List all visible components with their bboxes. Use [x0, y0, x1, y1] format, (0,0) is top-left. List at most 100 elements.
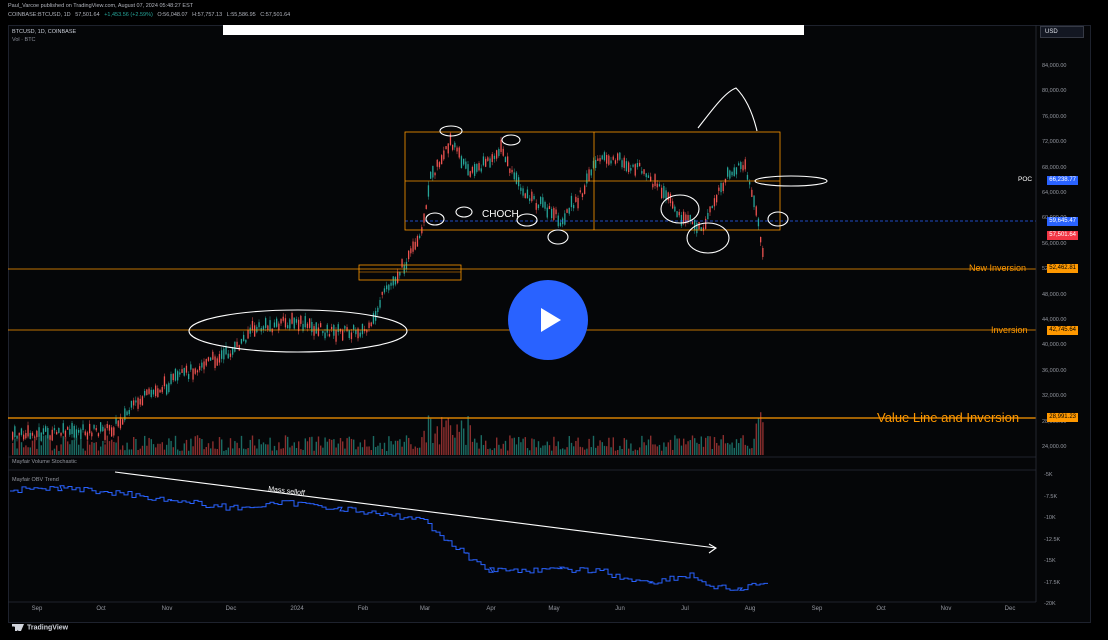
obv-trend-line: [10, 485, 768, 591]
candle-body: [102, 426, 104, 432]
candle-body: [282, 316, 284, 321]
candle-body: [705, 218, 707, 229]
volume-bar: [86, 440, 89, 455]
volume-bar: [62, 436, 64, 455]
volume-bar: [225, 450, 227, 455]
volume-bar: [397, 440, 399, 455]
candle-body: [738, 163, 740, 166]
candle-body: [749, 181, 751, 185]
candle-body: [328, 334, 331, 337]
candle-body: [199, 366, 201, 371]
volume-bar: [658, 444, 661, 455]
volume-bar: [355, 449, 357, 455]
volume-bar: [471, 441, 474, 455]
candle-body: [168, 383, 170, 393]
volume-bar: [302, 449, 304, 455]
volume-bar: [278, 442, 280, 455]
volume-bar: [353, 439, 355, 455]
volume-bar: [487, 449, 489, 455]
candle-body: [760, 236, 762, 243]
brand-label: TradingView: [27, 624, 69, 632]
volume-bar: [573, 446, 575, 455]
candle-body: [553, 207, 555, 220]
candle-body: [504, 157, 507, 163]
candle-body: [137, 397, 139, 409]
candle-body: [469, 171, 471, 177]
new-inversion-badge: 52,462.81: [1047, 264, 1078, 273]
volume-bar: [155, 447, 157, 455]
month-label: Nov: [161, 606, 173, 612]
candle-body: [441, 155, 443, 165]
choch-label: CHOCH: [482, 209, 519, 220]
candle-body: [647, 175, 650, 178]
month-label: Nov: [940, 606, 952, 612]
month-label: May: [548, 606, 560, 612]
volume-bar: [196, 435, 199, 455]
volume-bar: [394, 440, 397, 455]
candle-body: [597, 158, 599, 161]
candle-body: [221, 350, 223, 359]
volume-bar: [493, 448, 496, 455]
candle-body: [113, 427, 115, 436]
play-video-button[interactable]: [508, 280, 588, 360]
volume-bar: [412, 448, 414, 455]
candle-body: [249, 327, 251, 334]
volume-bar: [500, 448, 502, 455]
volume-bar: [575, 440, 577, 455]
volume-bar: [632, 450, 634, 455]
volume-bar: [42, 435, 45, 455]
volume-bar: [159, 443, 161, 455]
volume-bar: [423, 430, 425, 455]
volume-bar: [102, 440, 104, 455]
volume-bar: [141, 445, 144, 455]
volume-bar: [130, 449, 133, 455]
last-price-badge: 57,501.64: [1047, 231, 1078, 240]
candle-body: [47, 428, 49, 439]
indicator-tick: -12.5K: [1044, 536, 1061, 543]
volume-bar: [436, 426, 438, 455]
candle-body: [742, 165, 744, 171]
candle-body: [20, 428, 23, 435]
volume-bar: [762, 422, 764, 455]
candle-body: [355, 329, 357, 335]
volume-bar: [234, 441, 236, 455]
candle-body: [755, 206, 757, 216]
volume-bar: [454, 437, 456, 455]
volume-bar: [570, 442, 573, 455]
candle-body: [740, 162, 742, 170]
candle-body: [625, 161, 628, 172]
candle-body: [432, 165, 434, 178]
volume-bar: [386, 450, 388, 455]
volume-bar: [595, 447, 597, 455]
candle-body: [97, 433, 100, 437]
candle-body: [322, 330, 324, 334]
volume-bar: [636, 450, 639, 455]
candle-body: [458, 147, 460, 158]
candle-body: [111, 427, 113, 437]
volume-bar: [678, 438, 680, 455]
volume-bar: [696, 442, 698, 455]
volume-bar: [399, 439, 401, 455]
candle-body: [370, 322, 372, 327]
candle-body: [179, 372, 181, 375]
candle-body: [56, 431, 58, 435]
candle-body: [174, 368, 177, 381]
volume-bar: [370, 450, 372, 455]
volume-bar: [524, 437, 526, 455]
volume-bar: [339, 437, 342, 455]
candle-body: [586, 173, 588, 184]
candle-body: [291, 312, 293, 324]
volume-bar: [515, 444, 518, 455]
candle-body: [412, 241, 414, 252]
candle-body: [716, 194, 718, 203]
candle-body: [278, 323, 280, 331]
volume-bar: [93, 442, 95, 455]
month-label: 2024: [290, 606, 304, 612]
low-circle-4: [547, 229, 569, 245]
volume-bar: [298, 441, 300, 455]
volume-bar: [27, 447, 29, 455]
candle-body: [520, 187, 522, 191]
price-tick: 56,000.00: [1042, 240, 1067, 247]
volume-bar: [350, 438, 353, 455]
volume-bar: [700, 436, 702, 455]
